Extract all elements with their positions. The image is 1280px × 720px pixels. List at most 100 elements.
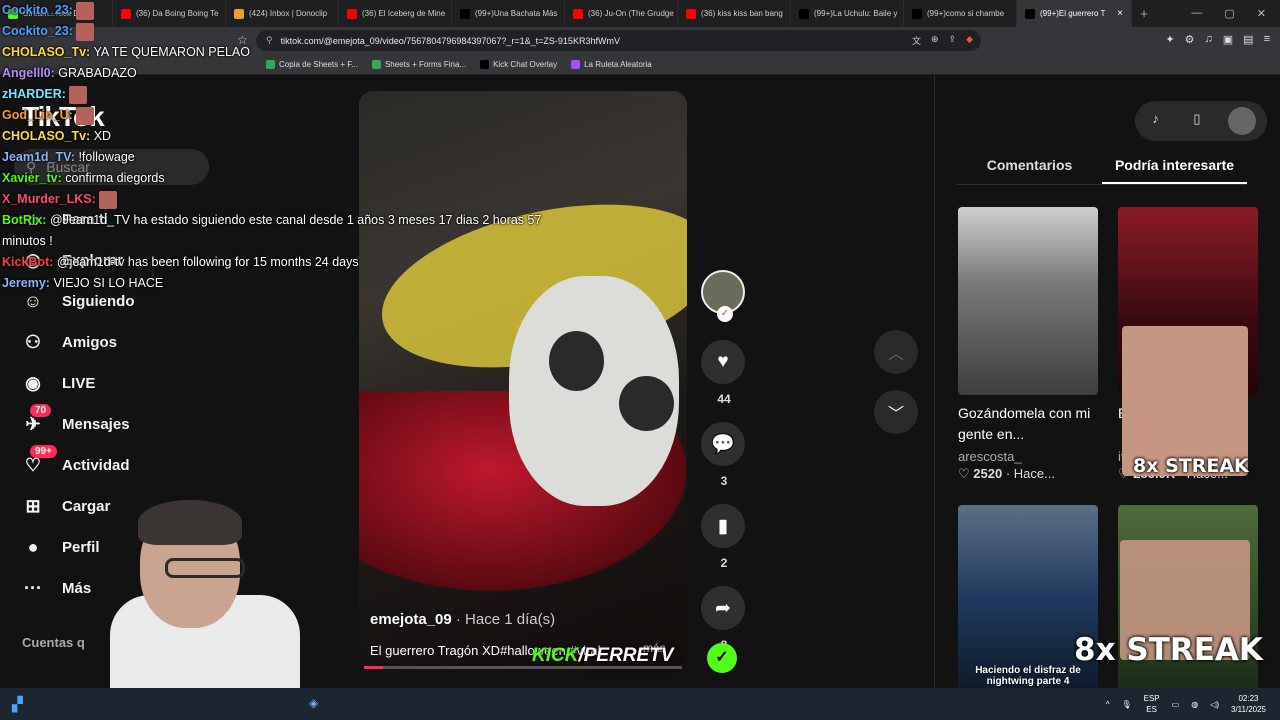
bookmark-favicon-icon: [571, 59, 581, 69]
sidebar-item-actividad[interactable]: ♡ 99+ Actividad: [20, 445, 135, 486]
microphone-icon[interactable]: 🎙: [1121, 700, 1131, 709]
chat-username: BotRix:: [2, 213, 47, 227]
like-button[interactable]: ♥: [701, 340, 745, 384]
chat-username: Cockito_23:: [2, 3, 73, 17]
tiktok-note-icon[interactable]: ♪: [1146, 111, 1166, 131]
puzzle-icon[interactable]: ⚙: [1185, 33, 1195, 46]
previous-video-button[interactable]: ︿: [874, 330, 918, 374]
share-button[interactable]: ➦: [701, 586, 745, 630]
browser-tab[interactable]: (99+)La Uchulu: Baile y: [791, 0, 904, 27]
sidebar-item-amigos[interactable]: ⚇ Amigos: [20, 322, 135, 363]
sidebar-item-mensajes[interactable]: ✈ 70 Mensajes: [20, 404, 135, 445]
tab-favicon-icon: [912, 8, 922, 19]
window-controls: — ▢ ✕: [1191, 7, 1280, 20]
user-avatar[interactable]: [1228, 107, 1257, 135]
chat-username: Jeam1d_TV:: [2, 150, 75, 164]
video-thumbnail: [958, 207, 1098, 395]
browser-tab[interactable]: (36) Ju-On (The Grudge: [565, 0, 678, 27]
kick-brand: KICK: [532, 645, 579, 666]
following-accounts-heading: Cuentas q: [22, 635, 85, 650]
comment-icon: 💬: [711, 434, 735, 455]
display-icon[interactable]: ▭: [1172, 700, 1180, 709]
bookmark-item[interactable]: La Ruleta Aleatoria: [571, 59, 652, 69]
streak-label-large: 8x STREAK: [1074, 632, 1263, 668]
share-arrow-icon: ➦: [715, 597, 731, 619]
close-tab-icon[interactable]: ×: [1117, 8, 1123, 19]
browser-tab[interactable]: (36) kiss kiss ban bang: [678, 0, 791, 27]
tab-label: (36) Ju-On (The Grudge: [588, 9, 674, 18]
browser-tab[interactable]: (99+)El guerrero T ×: [1017, 0, 1132, 27]
save-button[interactable]: ▮: [701, 504, 745, 548]
sidebar-item-live[interactable]: ◉ LIVE: [20, 363, 135, 404]
lang-secondary: ES: [1146, 705, 1157, 714]
app-icon[interactable]: ◈: [309, 696, 318, 710]
video-author[interactable]: emejota_09 · Hace 1 día(s): [370, 611, 555, 628]
chat-username: Jeremy:: [2, 276, 50, 290]
chat-username: zHARDER:: [2, 87, 66, 101]
sidebar-item-label: LIVE: [62, 375, 96, 392]
tab-favicon-icon: [573, 8, 583, 19]
chat-message: CHOLASO_Tv: YA TE QUEMARON PELAO: [2, 42, 562, 63]
tab-favicon-icon: [686, 8, 696, 19]
chat-username: CHOLASO_Tv:: [2, 129, 91, 143]
chat-message: KickBot: @jeam1d-tv has been following f…: [2, 252, 562, 273]
chat-username: Cockito_23:: [2, 24, 73, 38]
chat-message: Jeremy: VIEJO SI LO HACE: [2, 273, 562, 294]
zoom-icon[interactable]: ⊕: [931, 34, 939, 47]
chat-message: God_Lin_U:: [2, 105, 562, 126]
browser-tab[interactable]: (99+)como si chambe: [904, 0, 1017, 27]
translate-icon[interactable]: 文: [912, 34, 921, 47]
tab-comments[interactable]: Comentarios: [957, 157, 1102, 184]
share-icon[interactable]: ⇪: [949, 34, 957, 47]
system-tray: ^ 🎙 ESP ES ▭ ◍ ◁) 02:23 3/11/2025: [1106, 693, 1266, 715]
follow-check-icon[interactable]: ✓: [717, 306, 733, 322]
language-indicator[interactable]: ESP ES: [1144, 693, 1160, 715]
heart-icon: ♥: [717, 351, 729, 372]
chat-emote-icon: [76, 1, 95, 20]
live-icon: ◉: [25, 373, 41, 393]
chevron-up-icon[interactable]: ^: [1106, 700, 1110, 709]
minimize-icon[interactable]: —: [1191, 7, 1202, 20]
chat-emote-icon: [99, 190, 118, 209]
video-time: · Hace 1 día(s): [455, 611, 556, 628]
close-window-icon[interactable]: ✕: [1257, 7, 1266, 20]
next-video-button[interactable]: ﹀: [874, 390, 918, 434]
phone-icon[interactable]: ▯: [1187, 111, 1207, 131]
windows-taskbar: ▞ ◈ ^ 🎙 ESP ES ▭ ◍ ◁) 02:23 3/11/2025: [0, 688, 1280, 720]
chat-username: Xavier_tv:: [2, 171, 62, 185]
chevron-down-icon: ﹀: [887, 406, 904, 423]
verified-check-icon: ✓: [707, 643, 737, 673]
suggested-video-card[interactable]: Gozándomela con mi gente en... arescosta…: [958, 207, 1098, 482]
chat-message: zHARDER:: [2, 84, 562, 105]
network-icon[interactable]: ◍: [1191, 700, 1198, 709]
thumbnail-caption: Haciendo el disfraz de nightwing parte 4: [975, 665, 1081, 687]
menu-icon[interactable]: ≡: [1264, 33, 1270, 46]
comment-button[interactable]: 💬: [701, 422, 745, 466]
tab-suggested[interactable]: Podría interesarte: [1102, 157, 1247, 184]
wallet-icon[interactable]: ▤: [1243, 33, 1253, 46]
sidebar-icon[interactable]: ▣: [1223, 33, 1233, 46]
stream-chat-overlay: Cockito_23: Cockito_23: CHOLASO_Tv: YA T…: [2, 0, 562, 294]
chat-text: !followage: [78, 150, 135, 164]
volume-icon[interactable]: ◁): [1210, 700, 1219, 709]
more-icon: ···: [24, 578, 42, 598]
windows-start-icon[interactable]: ▞: [12, 696, 23, 713]
video-frame-eye: [549, 331, 604, 391]
chat-text: @jeam1d-tv has been following for 15 mon…: [56, 255, 359, 269]
sidebar-item-label: Perfil: [62, 539, 100, 556]
author-avatar[interactable]: ✓: [701, 270, 745, 322]
extensions-icon[interactable]: ✦: [1165, 33, 1174, 46]
new-tab-button[interactable]: +: [1132, 6, 1156, 21]
chat-text: @Jeam1d_TV ha estado siguiendo este cana…: [2, 213, 542, 248]
chat-emote-icon: [69, 85, 88, 104]
tab-favicon-icon: [1025, 8, 1035, 19]
card-time: Hace...: [1013, 466, 1055, 481]
maximize-icon[interactable]: ▢: [1224, 7, 1234, 20]
chat-emote-icon: [76, 106, 95, 125]
brave-shield-icon[interactable]: ◆: [966, 34, 973, 47]
chat-username: God_Lin_U:: [2, 108, 73, 122]
notification-badge: 70: [30, 404, 52, 417]
upload-icon: ⊞: [25, 496, 41, 516]
clock[interactable]: 02:23 3/11/2025: [1231, 693, 1266, 715]
media-icon[interactable]: ♫: [1205, 33, 1213, 46]
